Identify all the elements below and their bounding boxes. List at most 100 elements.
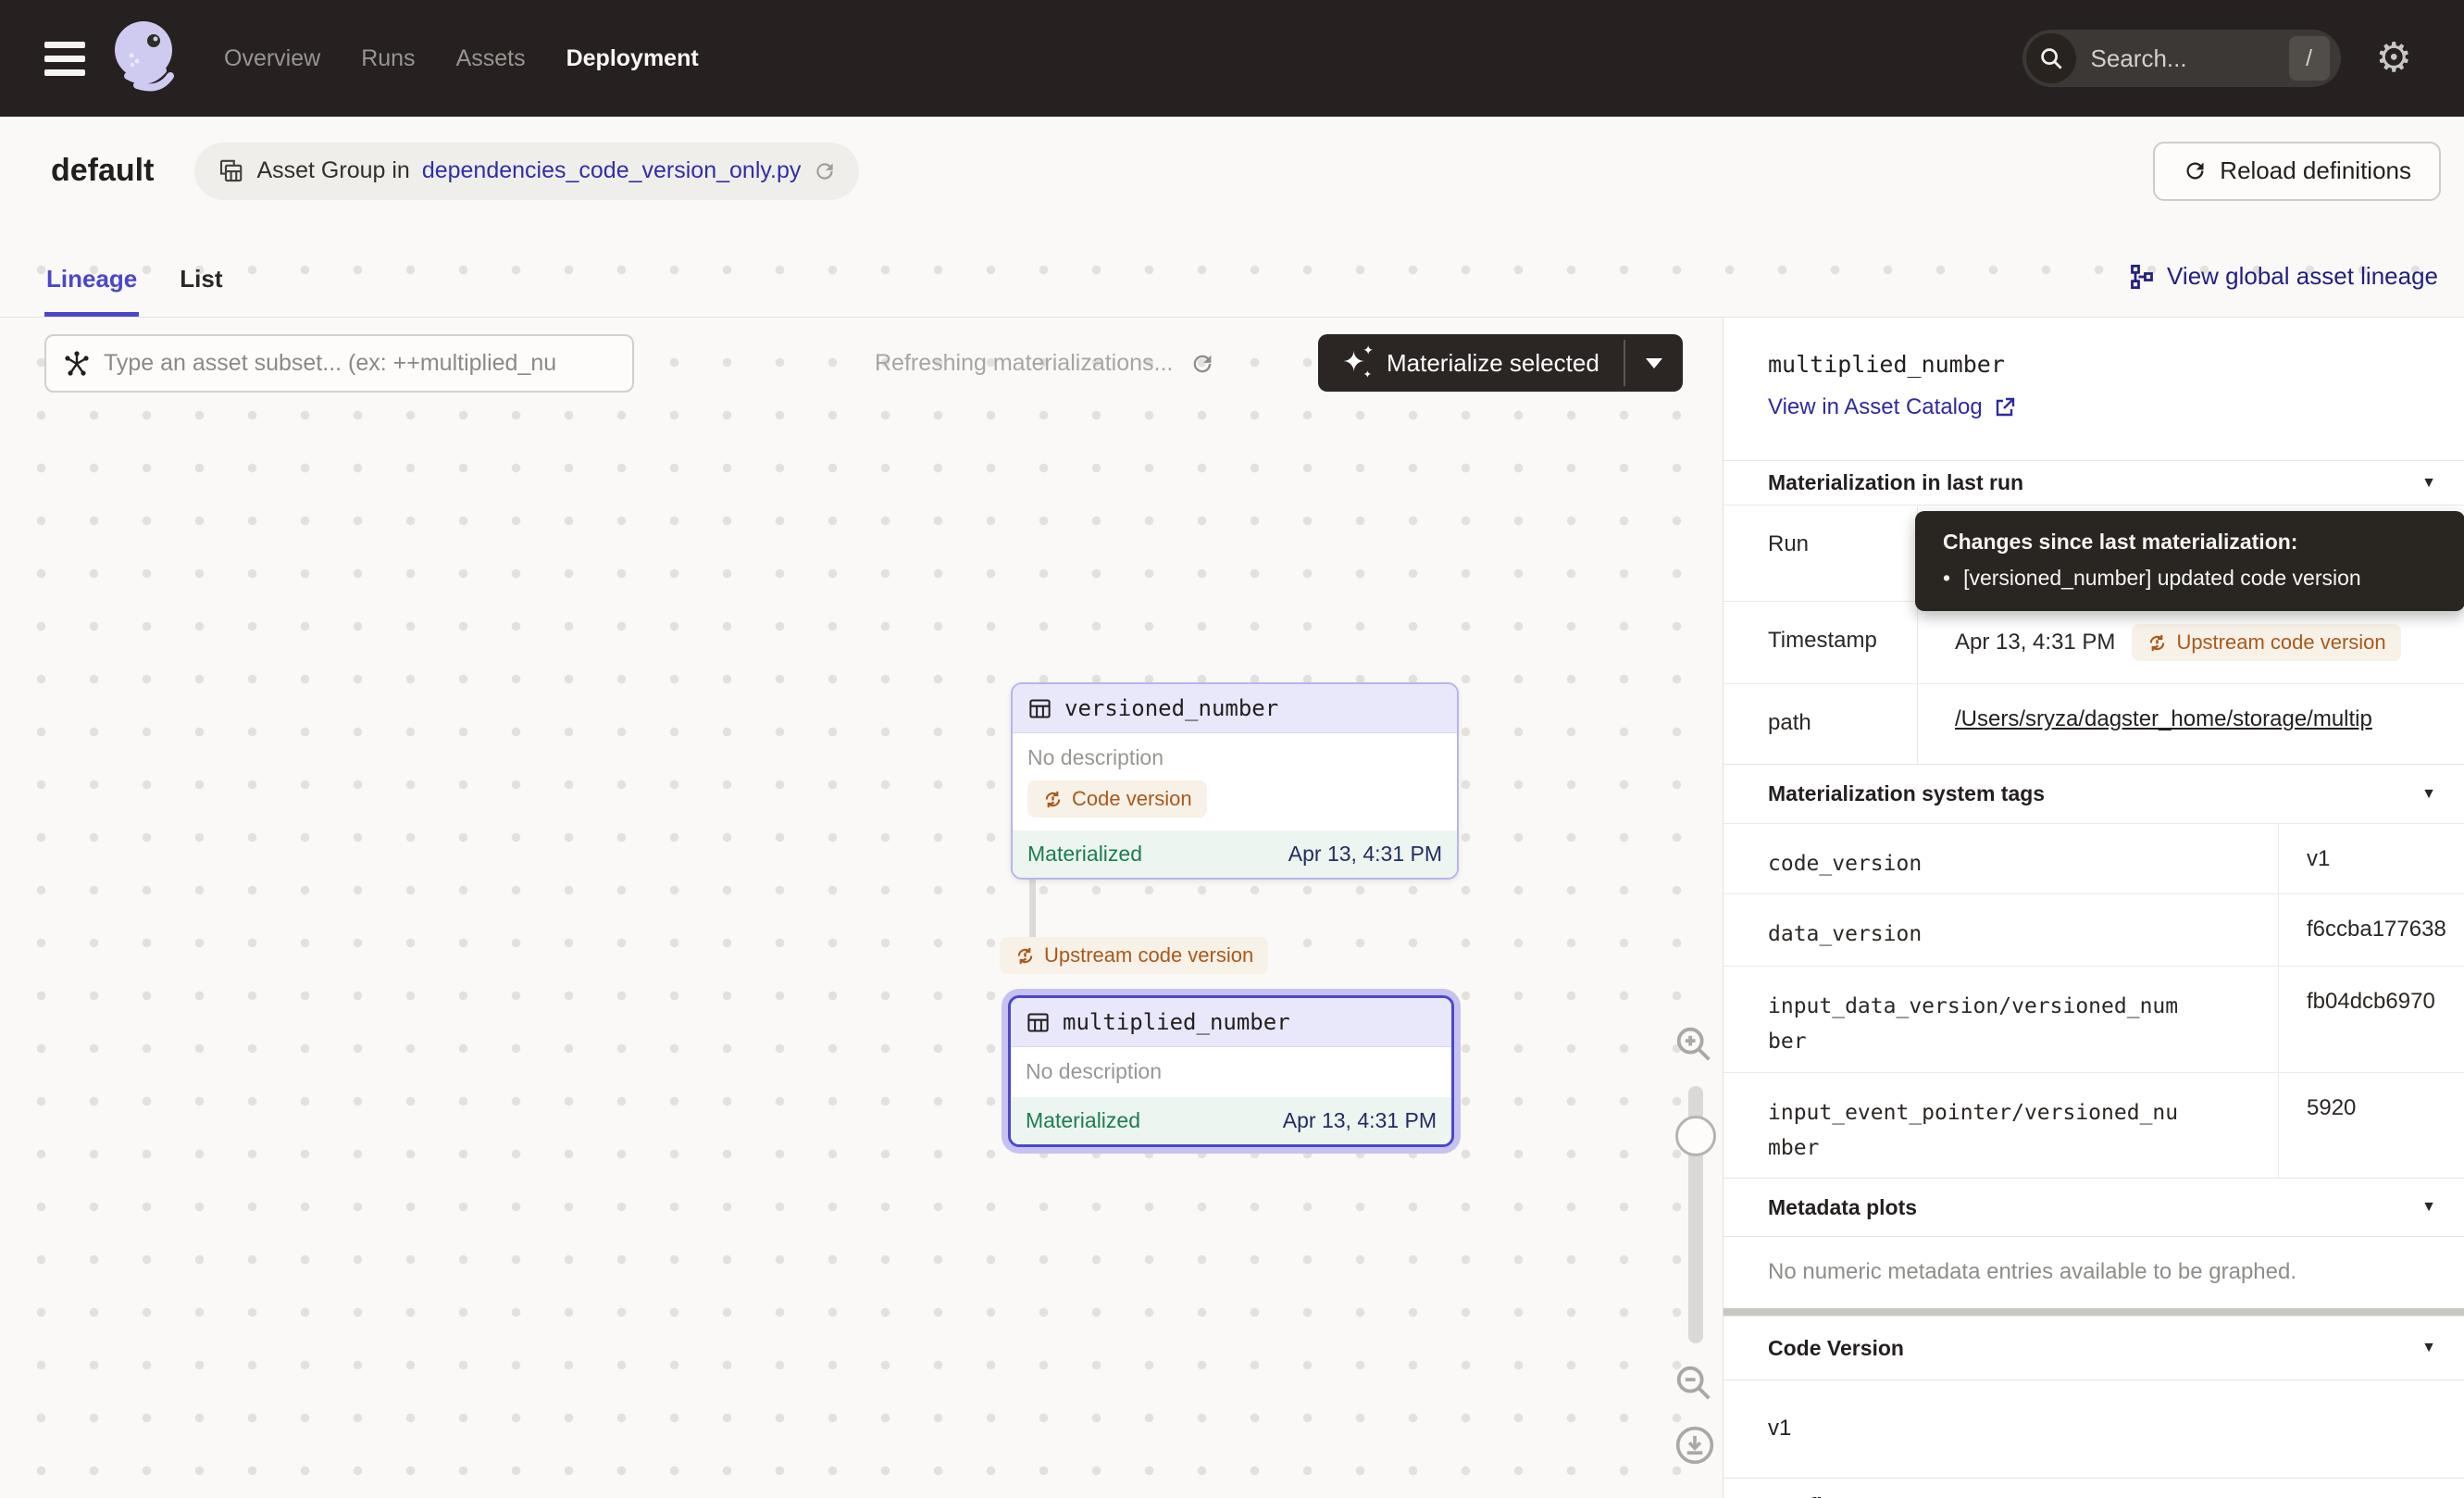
panel-divider-bar bbox=[1724, 1308, 2464, 1316]
chevron-down-icon: ▼ bbox=[2421, 475, 2436, 492]
timestamp-value: Apr 13, 4:31 PM bbox=[1955, 624, 2115, 655]
zoom-out-icon[interactable] bbox=[1673, 1362, 1715, 1404]
search-shortcut-badge: / bbox=[2289, 36, 2330, 81]
section-title: Metadata plots bbox=[1768, 1195, 1917, 1220]
tab-lineage[interactable]: Lineage bbox=[44, 265, 139, 317]
code-version-changed-icon bbox=[1042, 789, 1064, 810]
nav-item-overview[interactable]: Overview bbox=[224, 45, 320, 72]
node-title: multiplied_number bbox=[1063, 1009, 1290, 1035]
nav-item-runs[interactable]: Runs bbox=[361, 45, 415, 72]
sparkle-icon: ✦✦✦ bbox=[1342, 347, 1374, 379]
materialize-dropdown-button[interactable] bbox=[1625, 334, 1683, 392]
reload-icon bbox=[2183, 158, 2208, 183]
node-description: No description bbox=[1027, 745, 1442, 770]
chevron-down-icon: ▼ bbox=[2421, 1199, 2436, 1216]
table-icon bbox=[1027, 696, 1052, 721]
view-in-asset-catalog-label: View in Asset Catalog bbox=[1768, 394, 1983, 420]
primary-nav: Overview Runs Assets Deployment bbox=[224, 45, 699, 72]
badge-refresh-icon[interactable] bbox=[813, 159, 837, 183]
section-title: Materialization system tags bbox=[1768, 781, 2045, 806]
search-input[interactable] bbox=[2091, 44, 2289, 73]
reload-definitions-label: Reload definitions bbox=[2220, 156, 2411, 185]
metadata-plots-empty-text: No numeric metadata entries available to… bbox=[1724, 1236, 2464, 1308]
section-materialization-in-last-run[interactable]: Materialization in last run ▼ bbox=[1724, 460, 2464, 505]
op-selector-icon bbox=[63, 350, 91, 378]
asset-subset-filter[interactable] bbox=[44, 334, 634, 393]
tag-key: input_data_version/versioned_number bbox=[1768, 989, 2189, 1059]
tag-value: fb04dcb6970 bbox=[2279, 967, 2464, 1072]
node-timestamp: Apr 13, 4:31 PM bbox=[1283, 1108, 1437, 1133]
node-tag-label: Code version bbox=[1072, 787, 1192, 811]
tag-value: v1 bbox=[2279, 824, 2464, 893]
panel-asset-title: multiplied_number bbox=[1768, 351, 2464, 378]
table-icon bbox=[1026, 1010, 1051, 1035]
node-title: versioned_number bbox=[1064, 695, 1278, 721]
asset-group-icon bbox=[217, 157, 244, 185]
nav-item-assets[interactable]: Assets bbox=[456, 45, 526, 72]
asset-node-multiplied-number[interactable]: multiplied_number No description Materia… bbox=[1008, 995, 1454, 1147]
path-value-link[interactable]: /Users/sryza/dagster_home/storage/multip bbox=[1955, 706, 2372, 732]
lineage-graph-icon bbox=[2129, 264, 2155, 290]
tooltip-bullet-text: [versioned_number] updated code version bbox=[1963, 566, 2361, 591]
system-tag-row: data_version f6ccba177638 bbox=[1724, 893, 2464, 966]
download-image-icon[interactable] bbox=[1674, 1425, 1715, 1466]
node-status: Materialized bbox=[1026, 1108, 1140, 1133]
system-tag-row: code_version v1 bbox=[1724, 823, 2464, 893]
zoom-slider-handle[interactable] bbox=[1675, 1116, 1716, 1156]
refresh-icon[interactable] bbox=[1189, 351, 1215, 377]
edge-upstream-code-version-tag: Upstream code version bbox=[1000, 937, 1268, 974]
timestamp-row: Timestamp Apr 13, 4:31 PM Upstream code … bbox=[1724, 601, 2464, 683]
changes-tooltip: Changes since last materialization: • [v… bbox=[1915, 511, 2464, 611]
node-description: No description bbox=[1026, 1059, 1437, 1084]
asset-detail-panel: multiplied_number View in Asset Catalog … bbox=[1723, 318, 2464, 1498]
view-global-asset-lineage-link[interactable]: View global asset lineage bbox=[2129, 262, 2438, 291]
section-metadata-plots[interactable]: Metadata plots ▼ bbox=[1724, 1178, 2464, 1236]
bullet-icon: • bbox=[1943, 566, 1950, 591]
gear-icon[interactable]: ⚙ bbox=[2376, 38, 2412, 79]
path-label: path bbox=[1724, 684, 1918, 764]
materialize-selected-button[interactable]: ✦✦✦ Materialize selected bbox=[1318, 334, 1683, 392]
section-code-version[interactable]: Code Version ▼ bbox=[1724, 1316, 2464, 1379]
view-in-asset-catalog-link[interactable]: View in Asset Catalog bbox=[1768, 394, 2464, 420]
lineage-canvas[interactable]: Refreshing materializations... ✦✦✦ Mater… bbox=[0, 318, 1723, 1498]
external-link-icon bbox=[1994, 396, 2016, 418]
asset-group-badge: Asset Group in dependencies_code_version… bbox=[194, 143, 859, 200]
global-search[interactable]: / bbox=[2022, 30, 2341, 87]
node-code-version-tag: Code version bbox=[1027, 780, 1207, 818]
tag-value: f6ccba177638 bbox=[2279, 894, 2464, 966]
refresh-status: Refreshing materializations... bbox=[875, 334, 1215, 393]
caret-down-icon bbox=[1646, 358, 1662, 368]
dagster-logo[interactable] bbox=[109, 19, 181, 99]
tab-list[interactable]: List bbox=[178, 265, 224, 317]
node-status: Materialized bbox=[1027, 842, 1142, 867]
system-tag-row: input_data_version/versioned_number fb04… bbox=[1724, 966, 2464, 1072]
materialize-selected-label: Materialize selected bbox=[1387, 349, 1599, 378]
code-version-value: v1 bbox=[1724, 1379, 2464, 1478]
asset-group-label: Asset Group in bbox=[256, 157, 409, 184]
nav-item-deployment[interactable]: Deployment bbox=[566, 45, 699, 72]
reload-definitions-button[interactable]: Reload definitions bbox=[2153, 142, 2441, 201]
asset-subset-input[interactable] bbox=[104, 350, 616, 377]
asset-node-versioned-number[interactable]: versioned_number No description Code ver… bbox=[1011, 682, 1459, 880]
node-timestamp: Apr 13, 4:31 PM bbox=[1288, 842, 1442, 867]
view-global-asset-lineage-label: View global asset lineage bbox=[2167, 262, 2438, 291]
zoom-in-icon[interactable] bbox=[1673, 1023, 1715, 1066]
timestamp-tag-label: Upstream code version bbox=[2176, 630, 2385, 655]
tag-value: 5920 bbox=[2279, 1073, 2464, 1178]
tag-key: code_version bbox=[1768, 846, 2189, 881]
tabs-row: Lineage List View global asset lineage bbox=[0, 225, 2464, 318]
code-version-changed-icon bbox=[2147, 632, 2168, 654]
section-title: Materialization in last run bbox=[1768, 470, 2023, 495]
page-title: default bbox=[51, 153, 154, 189]
timestamp-upstream-code-version-tag: Upstream code version bbox=[2132, 624, 2400, 661]
tooltip-title: Changes since last materialization: bbox=[1943, 530, 2441, 555]
section-config[interactable]: Config bbox=[1724, 1478, 2464, 1498]
asset-group-file-link[interactable]: dependencies_code_version_only.py bbox=[422, 157, 802, 184]
section-materialization-system-tags[interactable]: Materialization system tags ▼ bbox=[1724, 764, 2464, 823]
timestamp-label: Timestamp bbox=[1724, 602, 1918, 683]
path-row: path /Users/sryza/dagster_home/storage/m… bbox=[1724, 683, 2464, 764]
edge-tag-label: Upstream code version bbox=[1044, 943, 1253, 967]
hamburger-menu-icon[interactable] bbox=[44, 42, 85, 76]
run-label: Run bbox=[1724, 506, 1918, 601]
section-title: Code Version bbox=[1768, 1336, 1904, 1361]
